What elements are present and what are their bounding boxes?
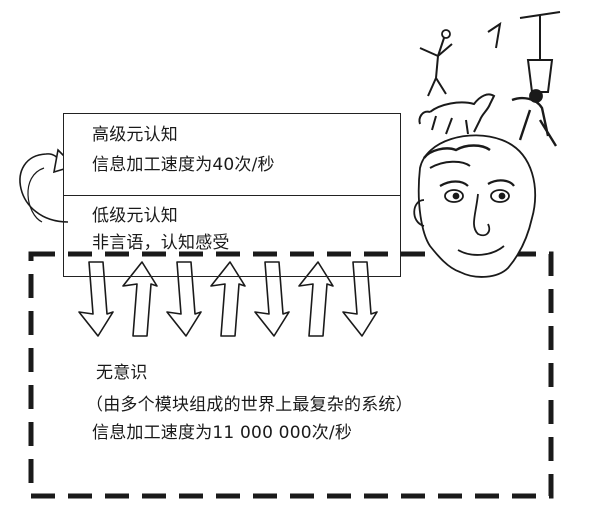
- unconscious-title: 无意识: [96, 363, 148, 383]
- unconscious-description: （由多个模块组成的世界上最复杂的系统）: [86, 395, 413, 415]
- lower-metacognition-detail: 非言语，认知感受: [92, 233, 230, 253]
- higher-metacognition-title: 高级元认知: [92, 125, 178, 145]
- unconscious-speed: 信息加工速度为11 000 000次/秒: [92, 423, 353, 443]
- lower-metacognition-title: 低级元认知: [92, 206, 178, 226]
- higher-metacognition-speed: 信息加工速度为40次/秒: [92, 155, 275, 175]
- cartoon-head-with-thoughts-icon: [413, 11, 561, 278]
- diagram-canvas: 高级元认知 信息加工速度为40次/秒 低级元认知 非言语，认知感受 无意识 （由…: [0, 0, 602, 507]
